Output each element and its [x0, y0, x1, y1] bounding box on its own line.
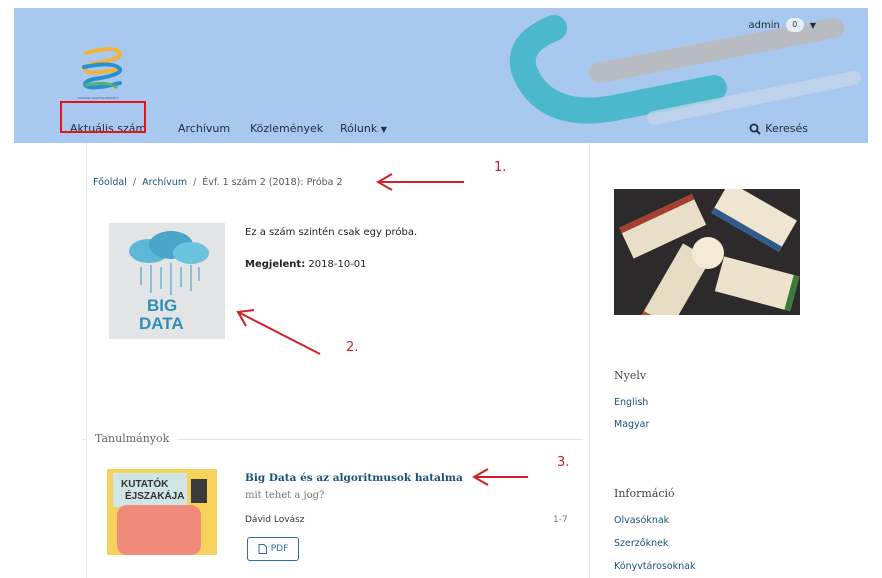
cover-text-line-1: BIG: [147, 296, 177, 315]
user-name: admin: [748, 19, 780, 31]
thumb-text-line-1: KUTATÓK: [121, 477, 169, 490]
article-subtitle: mit tehet a jog?: [245, 490, 325, 501]
chevron-down-icon: ▼: [809, 20, 816, 30]
annotation-label-1: 1.: [494, 160, 507, 175]
info-link-librarians[interactable]: Könyvtárosoknak: [614, 561, 696, 572]
breadcrumb-archive[interactable]: Archívum: [142, 177, 187, 188]
search-link[interactable]: Keresés: [749, 122, 808, 135]
issue-cover-image[interactable]: BIG DATA: [109, 223, 225, 339]
journal-logo[interactable]: [76, 45, 130, 97]
article-title[interactable]: Big Data és az algoritmusok hatalma: [245, 472, 463, 484]
nav-archive[interactable]: Archívum: [178, 122, 230, 135]
published-label: Megjelent:: [245, 259, 306, 270]
main-content: Főoldal / Archívum / Évf. 1 szám 2 (2018): P…: [83, 143, 590, 578]
user-menu[interactable]: admin 0 ▼: [748, 18, 816, 32]
sidebar-info-title: Információ: [614, 487, 675, 500]
pdf-button[interactable]: PDF: [247, 537, 299, 561]
section-title: Tanulmányok: [87, 432, 178, 445]
annotation-label-2: 2.: [346, 340, 359, 355]
thumb-text-line-2: ÉJSZAKÁJA: [125, 489, 184, 502]
breadcrumb-home[interactable]: Főoldal: [93, 177, 127, 188]
nav-announcements[interactable]: Közlemények: [250, 122, 323, 135]
nav-about[interactable]: Rólunk ▼: [340, 122, 387, 135]
nav-about-label: Rólunk: [340, 122, 378, 135]
info-link-readers[interactable]: Olvasóknak: [614, 515, 669, 526]
language-link-hungarian[interactable]: Magyar: [614, 419, 649, 430]
breadcrumb-current: Évf. 1 szám 2 (2018): Próba 2: [202, 177, 343, 188]
current-issue-highlight-box: [60, 101, 146, 133]
published-date: 2018-10-01: [308, 259, 367, 270]
article-thumbnail[interactable]: KUTATÓK ÉJSZAKÁJA: [107, 469, 217, 555]
pdf-label: PDF: [270, 544, 289, 554]
notification-badge: 0: [785, 18, 804, 32]
file-icon: [258, 544, 267, 554]
annotation-label-3: 3.: [557, 455, 570, 470]
sidebar-language-title: Nyelv: [614, 369, 647, 382]
language-link-english[interactable]: English: [614, 397, 648, 408]
article-author: Dávid Lovász: [245, 515, 305, 525]
breadcrumb-separator: /: [193, 177, 197, 188]
cover-text-line-2: DATA: [139, 314, 184, 333]
issue-description: Ez a szám szintén csak egy próba.: [245, 227, 418, 238]
breadcrumb-separator: /: [132, 177, 137, 188]
chevron-down-icon: ▼: [380, 125, 387, 134]
article-pages: 1-7: [553, 515, 568, 525]
issue-published: Megjelent: 2018-10-01: [245, 259, 367, 270]
search-label: Keresés: [765, 122, 808, 135]
search-icon: [749, 123, 761, 135]
info-link-authors[interactable]: Szerzőknek: [614, 538, 668, 549]
sidebar-books-image: [614, 189, 800, 315]
breadcrumb: Főoldal / Archívum / Évf. 1 szám 2 (2018): P…: [93, 177, 343, 188]
